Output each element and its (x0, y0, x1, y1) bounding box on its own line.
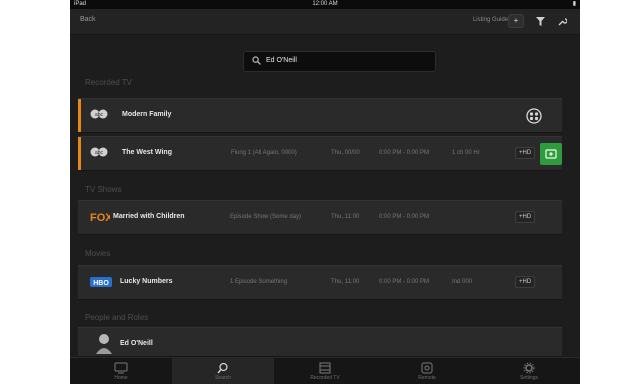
filter-button[interactable] (532, 14, 548, 28)
air-time: 0:00 PM - 0:00 PM (379, 279, 430, 285)
result-row-lucky-numbers[interactable]: HBO Lucky Numbers 1 Episode Something Th… (78, 265, 562, 300)
result-row-the-west-wing[interactable]: abc The West Wing Flung 1 (All Again, 00… (78, 136, 562, 171)
record-icon (545, 149, 557, 159)
remote-icon (421, 362, 433, 374)
filter-icon (535, 17, 545, 26)
svg-text:abc: abc (95, 112, 104, 118)
result-row-ed-oneill[interactable]: Ed O'Neill (78, 327, 562, 357)
battery-icon: ▮ (572, 1, 576, 7)
air-time: 0:00 PM - 0:00 PM (379, 150, 430, 156)
status-bar: iPad 12:00 AM ▮ (70, 0, 580, 9)
tab-settings[interactable]: Settings (478, 358, 580, 384)
section-title-recorded-tv: Recorded TV (85, 78, 132, 87)
result-title: Lucky Numbers (120, 278, 173, 285)
tv-icon (114, 362, 128, 374)
episode-info: 1 Episode Something (230, 279, 288, 285)
listing-guide-link[interactable]: Listing Guide (473, 17, 508, 23)
record-button[interactable] (540, 143, 562, 165)
search-results: Ed O'Neill Recorded TV abc Modern Family… (70, 35, 580, 357)
tab-label: Remote (418, 375, 436, 381)
channel-info: 1 ch 00 Hr (452, 150, 480, 156)
result-row-married-with-children[interactable]: FOX Married with Children Episode Show (… (78, 200, 562, 235)
tab-recorded-tv[interactable]: Recorded TV (274, 358, 376, 384)
result-title: Married with Children (113, 213, 185, 220)
reel-icon[interactable] (526, 108, 542, 124)
wrench-icon (558, 18, 568, 26)
add-button[interactable]: + (508, 14, 524, 28)
navigation-bar: Back Listing Guide + (70, 9, 580, 35)
section-title-people: People and Roles (85, 313, 149, 322)
back-button[interactable]: Back (80, 16, 96, 23)
abc-logo-icon: abc (90, 147, 108, 157)
tab-label: Home (114, 375, 128, 381)
search-icon (217, 362, 228, 374)
plus-icon: + (513, 16, 519, 25)
air-time: 0:00 PM - 0:00 PM (379, 214, 430, 220)
tab-search[interactable]: Search (172, 358, 274, 384)
tab-home[interactable]: Home (70, 358, 172, 384)
film-icon (319, 362, 331, 374)
tab-remote[interactable]: Remote (376, 358, 478, 384)
tab-label: Search (215, 375, 231, 381)
tab-bar: Home Search Recorded TV Remote Settings (70, 357, 580, 384)
episode-info: Episode Show (Some day) (230, 214, 302, 220)
gear-icon (523, 362, 535, 374)
episode-info: Flung 1 (All Again, 0000) (231, 150, 297, 156)
result-row-modern-family[interactable]: abc Modern Family (78, 98, 562, 133)
air-date: Thu, 00/00 (331, 150, 360, 156)
result-title: Ed O'Neill (120, 340, 153, 347)
section-title-tv-shows: TV Shows (85, 185, 122, 194)
hbo-logo-icon: HBO (90, 277, 112, 287)
person-photo (96, 334, 112, 354)
search-query: Ed O'Neill (266, 57, 297, 64)
tab-label: Settings (519, 375, 539, 381)
svg-text:FOX: FOX (90, 212, 110, 223)
channel-info: Ind 000 (452, 279, 473, 285)
svg-text:HBO: HBO (93, 280, 109, 287)
section-title-movies: Movies (85, 249, 111, 258)
clock: 12:00 AM (312, 1, 338, 7)
result-title: Modern Family (122, 111, 172, 118)
fox-logo-icon: FOX (90, 212, 110, 223)
tools-button[interactable] (554, 14, 570, 28)
hd-badge: +HD (515, 147, 536, 159)
search-input[interactable]: Ed O'Neill (243, 51, 436, 72)
svg-text:abc: abc (95, 150, 104, 156)
abc-logo-icon: abc (90, 109, 108, 119)
air-date: Thu, 11:00 (331, 214, 360, 220)
hd-badge: +HD (515, 211, 536, 223)
result-title: The West Wing (122, 149, 172, 156)
air-date: Thu, 11:00 (331, 279, 360, 285)
hd-badge: +HD (515, 276, 536, 288)
app-window: iPad 12:00 AM ▮ Back Listing Guide + Ed … (70, 0, 580, 384)
tab-label: Recorded TV (310, 375, 340, 381)
search-icon (252, 56, 261, 65)
